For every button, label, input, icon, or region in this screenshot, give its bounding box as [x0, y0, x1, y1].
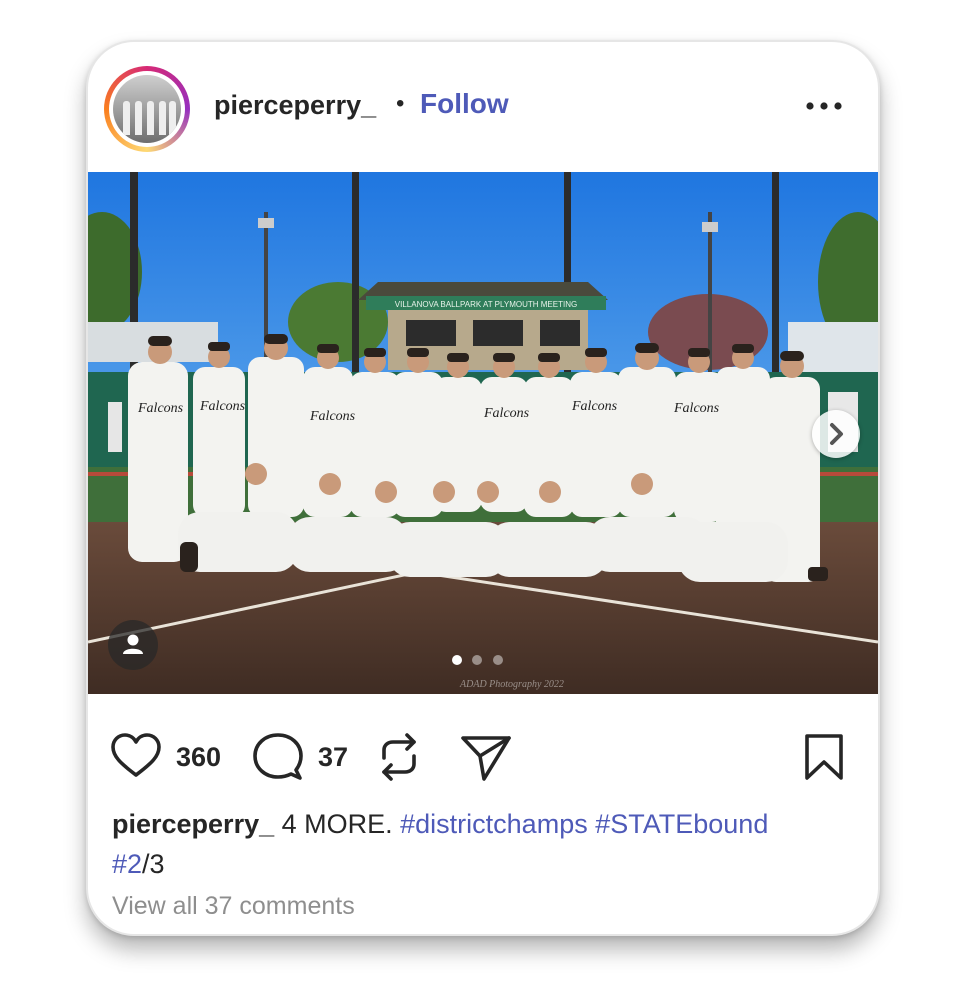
team-photo-illustration: VILLANOVA BALLPARK AT PLYMOUTH MEETING F…: [88, 172, 878, 694]
jersey-script: Falcons: [483, 406, 530, 421]
more-horizontal-icon[interactable]: [804, 98, 844, 114]
avatar-image: [113, 75, 181, 143]
hashtag-link[interactable]: #STATEbound: [595, 809, 768, 839]
profile-avatar[interactable]: [104, 66, 190, 152]
carousel-dot: [472, 655, 483, 665]
view-all-comments-link[interactable]: View all 37 comments: [112, 892, 355, 921]
bookmark-icon[interactable]: [802, 732, 846, 782]
scoreboard-text: VILLANOVA BALLPARK AT PLYMOUTH MEETING: [395, 300, 577, 309]
comments-count[interactable]: 37: [318, 742, 348, 773]
jersey-script: Falcons: [199, 399, 246, 414]
post-header: pierceperry_ • Follow: [88, 42, 878, 172]
jersey-script: Falcons: [137, 401, 184, 416]
carousel-indicator: [452, 652, 509, 665]
post-username[interactable]: pierceperry_: [214, 90, 376, 121]
follow-button[interactable]: Follow: [420, 88, 509, 120]
jersey-script: Falcons: [571, 399, 618, 414]
jersey-script: Falcons: [309, 409, 356, 424]
caption-suffix: /3: [142, 849, 165, 879]
send-icon[interactable]: [460, 734, 512, 782]
post-photo[interactable]: VILLANOVA BALLPARK AT PLYMOUTH MEETING F…: [88, 172, 878, 694]
carousel-next-button[interactable]: [812, 410, 860, 458]
likes-count[interactable]: 360: [176, 742, 221, 773]
avatar-border: [109, 71, 185, 147]
photo-watermark: ADAD Photography 2022: [459, 679, 564, 690]
chevron-right-icon: [830, 423, 843, 445]
comment-bubble-icon[interactable]: [252, 732, 304, 782]
caption-username[interactable]: pierceperry_: [112, 809, 274, 839]
hashtag-link[interactable]: #districtchamps: [400, 809, 588, 839]
instagram-post-card: pierceperry_ • Follow VILLANOVA BALLPARK…: [86, 40, 880, 936]
caption-text: 4 MORE.: [274, 809, 401, 839]
heart-icon[interactable]: [110, 732, 162, 780]
jersey-script: Falcons: [673, 401, 720, 416]
carousel-dot-active: [452, 655, 462, 665]
hashtag-link[interactable]: #2: [112, 849, 142, 879]
repost-icon[interactable]: [376, 732, 422, 782]
post-caption: pierceperry_ 4 MORE. #districtchamps #ST…: [112, 804, 852, 884]
carousel-dot: [492, 655, 503, 665]
user-tag-icon: [123, 634, 143, 654]
post-actions-bar: 360 37: [88, 732, 878, 782]
header-separator: •: [396, 90, 405, 117]
tagged-users-button[interactable]: [108, 620, 158, 670]
